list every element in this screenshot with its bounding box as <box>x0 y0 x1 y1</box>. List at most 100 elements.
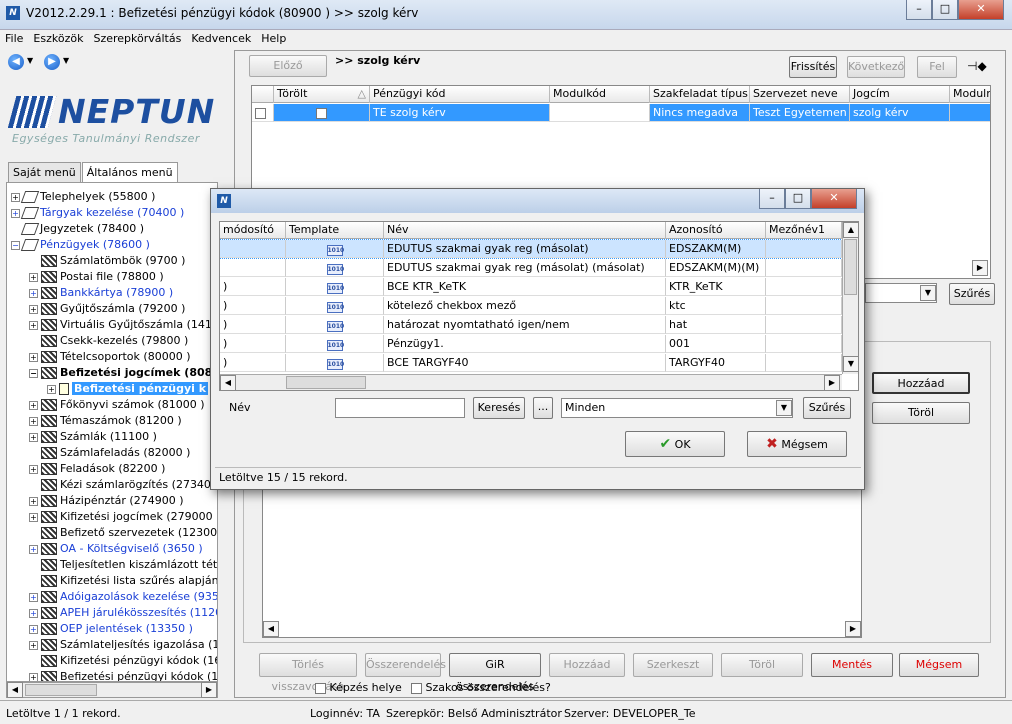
close-button[interactable]: ✕ <box>958 0 1004 20</box>
expand-icon[interactable]: + <box>29 544 38 554</box>
expand-icon[interactable]: + <box>29 416 38 426</box>
tree-item[interactable]: − Befizetési jogcímek (808 <box>29 365 212 381</box>
expand-icon[interactable]: + <box>29 304 38 314</box>
menu-help[interactable]: Help <box>256 30 291 47</box>
scroll-thumb[interactable] <box>25 684 97 696</box>
tree-item[interactable]: Számlafeladás (82000 ) <box>29 445 190 461</box>
table-row[interactable]: ) 1010 határozat nyomtatható igen/nem hat <box>220 316 842 334</box>
dlg-col-template[interactable]: Template <box>286 222 384 239</box>
save-button[interactable]: Mentés <box>811 653 893 677</box>
table-row[interactable]: ) 1010 kötelező chekbox mező ktc <box>220 297 842 315</box>
tree-item[interactable]: + Főkönyvi számok (81000 ) <box>29 397 205 413</box>
table-row[interactable]: 1010 EDUTUS szakmai gyak reg (másolat) EDS… <box>220 239 843 259</box>
expand-icon[interactable]: + <box>29 464 38 474</box>
table-row[interactable]: ) 1010 Pénzügy1. 001 <box>220 335 842 353</box>
tree-item[interactable]: + Tárgyak kezelése (70400 ) <box>11 205 184 221</box>
edit-button[interactable]: Szerkeszt <box>633 653 713 677</box>
dialog-ellipsis-button[interactable]: ... <box>533 397 553 419</box>
tree-item[interactable]: + Kifizetési jogcímek (279000 ) <box>29 509 217 525</box>
main-col-szakfeladat[interactable]: Szakfeladat típus <box>650 86 750 103</box>
main-filter-button[interactable]: Szűrés <box>949 283 995 305</box>
refresh-button[interactable]: Frissítés <box>789 56 837 78</box>
dlg-scroll-right-icon[interactable]: ▶ <box>824 375 840 390</box>
dialog-close-button[interactable]: ✕ <box>811 189 857 209</box>
dialog-horizontal-scrollbar[interactable]: ◀ ▶ <box>220 374 842 390</box>
dialog-maximize-button[interactable]: □ <box>785 189 811 209</box>
row-select-checkbox[interactable] <box>255 107 266 119</box>
expand-icon[interactable]: + <box>29 592 38 602</box>
tree-item[interactable]: + Számlateljesítés igazolása (15 <box>29 637 217 653</box>
pin-icon[interactable]: ⊣◆ <box>967 59 987 73</box>
tree-item[interactable]: + Befizetési pénzügyi kódok (1( <box>29 669 217 681</box>
tree-item[interactable]: Jegyzetek (78400 ) <box>11 221 144 237</box>
main-grid-scroll-right-icon[interactable]: ▶ <box>972 260 988 276</box>
expand-icon[interactable]: + <box>11 192 20 202</box>
expand-icon[interactable]: + <box>29 608 38 618</box>
delete-side-button[interactable]: Töröl <box>872 402 970 424</box>
dlg-scroll-down-icon[interactable]: ▼ <box>843 356 858 372</box>
main-col-jogcim[interactable]: Jogcím <box>850 86 950 103</box>
checkbox-szakos[interactable]: Szakos összerendelés? <box>411 681 551 694</box>
add-button[interactable]: Hozzáad <box>872 372 970 394</box>
dlg-col-modosito[interactable]: módosító <box>220 222 286 239</box>
tree-horizontal-scrollbar[interactable]: ◀ ▶ <box>6 682 218 698</box>
expand-icon[interactable]: + <box>29 352 38 362</box>
dlg-hscroll-thumb[interactable] <box>286 376 366 389</box>
dlg-col-azonosito[interactable]: Azonosító <box>666 222 766 239</box>
tree-item[interactable]: + APEH járulékösszesítés (1120 <box>29 605 217 621</box>
collapse-icon[interactable]: − <box>29 368 38 378</box>
template-grid[interactable]: módosító Template Név Azonosító Mezőnév1… <box>219 221 859 391</box>
expand-icon[interactable]: + <box>29 624 38 634</box>
maximize-button[interactable]: □ <box>932 0 958 20</box>
forward-dropdown-icon[interactable]: ▼ <box>63 56 69 65</box>
gir-assign-button[interactable]: GiR összerendelés <box>449 653 541 693</box>
tree-item[interactable]: + Témaszámok (81200 ) <box>29 413 182 429</box>
forward-arrow-icon[interactable]: ▶ <box>44 54 60 70</box>
tree-item[interactable]: Kifizetési pénzügyi kódok (164 <box>29 653 217 669</box>
tree-item[interactable]: + Telephelyek (55800 ) <box>11 189 155 205</box>
tree-item[interactable]: Csekk-kezelés (79800 ) <box>29 333 188 349</box>
dialog-minimize-button[interactable]: – <box>759 189 785 209</box>
tree-item[interactable]: + OEP jelentések (13350 ) <box>29 621 193 637</box>
tree-item[interactable]: + Házipénztár (274900 ) <box>29 493 183 509</box>
dialog-vertical-scrollbar[interactable]: ▲ ▼ <box>842 222 858 374</box>
menu-szerepkorvaltas[interactable]: Szerepkörváltás <box>88 30 186 47</box>
up-button[interactable]: Fel <box>917 56 957 78</box>
table-row[interactable]: 1010 EDUTUS szakmai gyak reg (másolat) (m… <box>220 259 842 277</box>
expand-icon[interactable]: + <box>29 672 38 681</box>
back-arrow-icon[interactable]: ◀ <box>8 54 24 70</box>
dialog-cancel-button[interactable]: ✖ Mégsem <box>747 431 847 457</box>
tree-item[interactable]: Teljesítetlen kiszámlázott téte <box>29 557 217 573</box>
dlg-col-nev[interactable]: Név <box>384 222 666 239</box>
expand-icon[interactable]: + <box>11 208 20 218</box>
tree-item[interactable]: + Virtuális Gyűjtőszámla (14150 <box>29 317 217 333</box>
menu-eszkozok[interactable]: Eszközök <box>28 30 88 47</box>
dlg-col-mezonev1[interactable]: Mezőnév1 <box>766 222 842 239</box>
expand-icon[interactable]: + <box>29 432 38 442</box>
dialog-search-button[interactable]: Keresés <box>473 397 525 419</box>
tree-item[interactable]: + Tételcsoportok (80000 ) <box>29 349 190 365</box>
expand-icon[interactable]: + <box>47 384 56 394</box>
expand-icon[interactable]: + <box>29 496 38 506</box>
dialog-filter-button[interactable]: Szűrés <box>803 397 851 419</box>
menu-file[interactable]: File <box>0 30 28 47</box>
bottom-delete-button[interactable]: Töröl <box>721 653 803 677</box>
tree-item[interactable]: + Bankkártya (78900 ) <box>29 285 173 301</box>
main-filter-select[interactable]: ▼ <box>865 283 937 303</box>
table-row[interactable]: TE szolg kérv Nincs megadva Teszt Egyete… <box>252 104 990 122</box>
expand-icon[interactable]: + <box>29 272 38 282</box>
detail-scroll-left-icon[interactable]: ◀ <box>263 621 279 637</box>
dialog-name-input[interactable] <box>335 398 465 418</box>
tree-item[interactable]: + Adóigazolások kezelése (935 <box>29 589 217 605</box>
main-col-torolt[interactable]: Törölt △ <box>274 86 370 103</box>
tree-item[interactable]: Kézi számlarögzítés (273400 <box>29 477 217 493</box>
dlg-vscroll-thumb[interactable] <box>844 239 857 295</box>
main-col-penzugyi-kod[interactable]: Pénzügyi kód <box>370 86 550 103</box>
expand-icon[interactable]: + <box>29 512 38 522</box>
tree-item[interactable]: Számlatömbök (9700 ) <box>29 253 185 269</box>
expand-icon[interactable]: + <box>29 288 38 298</box>
minimize-button[interactable]: – <box>906 0 932 20</box>
next-button[interactable]: Következő <box>847 56 905 78</box>
tree-item[interactable]: + Postai file (78800 ) <box>29 269 164 285</box>
tree-item[interactable]: + Befizetési pénzügyi k <box>47 381 209 397</box>
